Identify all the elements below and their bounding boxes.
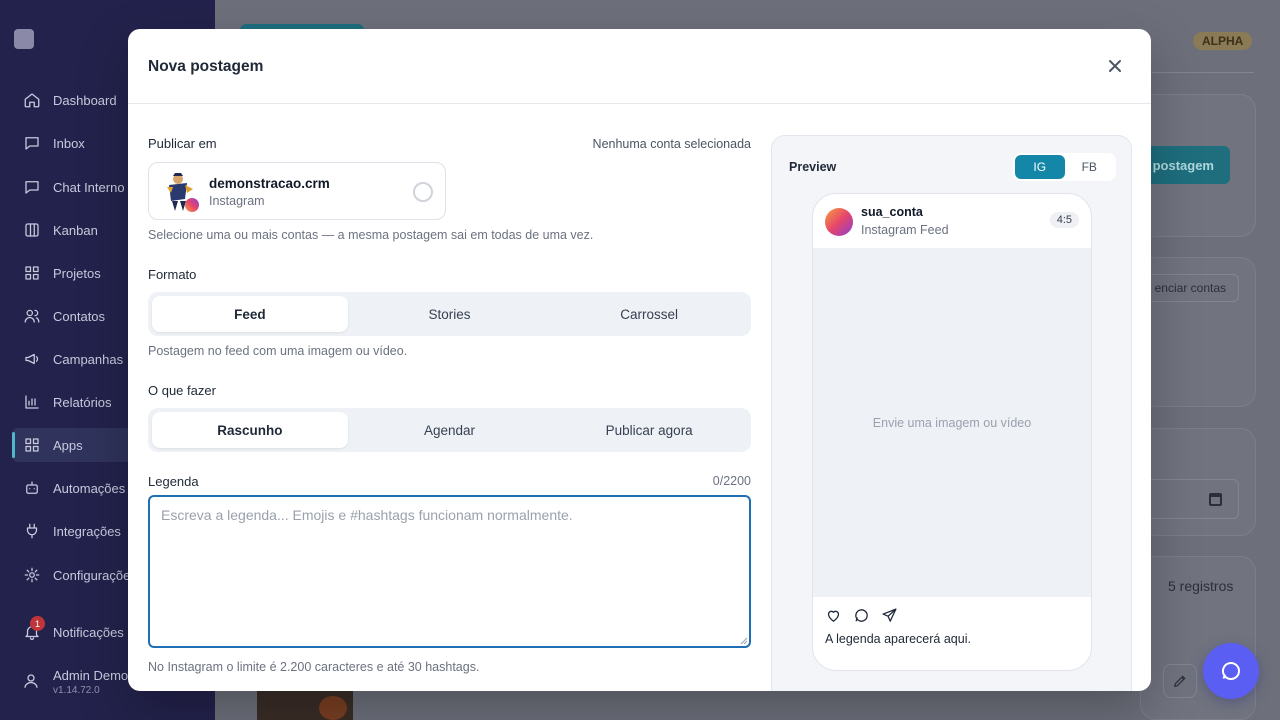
sidebar-item-label: Projetos — [53, 265, 101, 281]
preview-feed-label: Instagram Feed — [861, 223, 949, 237]
apps-icon — [22, 435, 42, 455]
heart-icon — [827, 610, 840, 622]
preview-media-area: Envie uma imagem ou vídeo — [813, 248, 1091, 597]
send-icon — [882, 608, 897, 622]
sidebar-item-label: Contatos — [53, 308, 106, 324]
bot-icon — [22, 478, 42, 498]
app-version: v1.14.72.0 — [53, 685, 100, 696]
bell-icon: 1 — [22, 616, 45, 642]
format-option-feed[interactable]: Feed — [152, 296, 348, 332]
pencil-icon — [1173, 675, 1186, 688]
sidebar-item-label: Relatórios — [53, 394, 112, 410]
aspect-ratio-badge: 4:5 — [1049, 212, 1079, 228]
kanban-icon — [22, 220, 42, 240]
inbox-icon — [22, 133, 42, 153]
sidebar-item-label: Kanban — [53, 222, 98, 238]
action-option-publicar-agora[interactable]: Publicar agora — [551, 412, 747, 448]
publish-in-label: Publicar em — [148, 136, 217, 151]
user-icon — [22, 672, 42, 692]
background-manage-accounts-button: enciar contas — [1140, 274, 1239, 302]
bar-chart-icon — [22, 392, 42, 412]
background-date-input — [1150, 479, 1239, 519]
alpha-badge: ALPHA — [1193, 32, 1253, 50]
background-edit-button — [1163, 664, 1197, 698]
sidebar-item-label: Chat Interno — [53, 179, 125, 195]
format-label: Formato — [148, 267, 197, 282]
close-icon — [1109, 60, 1121, 72]
preview-username: sua_conta — [861, 205, 923, 219]
new-post-modal: Nova postagem Publicar em Nenhuma conta … — [128, 29, 1151, 691]
modal-title: Nova postagem — [148, 58, 264, 75]
preview-avatar — [825, 208, 853, 236]
background-post-label: postagem — [1152, 157, 1214, 173]
background-divider — [1152, 72, 1254, 73]
background-manage-label: enciar contas — [1154, 281, 1226, 295]
action-segmented-control: Rascunho Agendar Publicar agora — [148, 408, 751, 452]
phone-preview: sua_conta Instagram Feed 4:5 Envie uma i… — [812, 193, 1092, 671]
sidebar-item-label: Integrações — [53, 523, 121, 539]
background-thumbnail — [257, 690, 353, 720]
preview-caption: A legenda aparecerá aqui. — [825, 632, 971, 646]
sidebar-item-label: Dashboard — [53, 92, 117, 108]
users-icon — [22, 306, 42, 326]
resize-grip-icon[interactable] — [740, 637, 748, 645]
no-account-selected-text: Nenhuma conta selecionada — [592, 137, 751, 151]
comment-icon — [855, 609, 868, 622]
format-hint: Postagem no feed com uma imagem ou vídeo… — [148, 344, 408, 358]
media-placeholder-text: Envie uma imagem ou vídeo — [872, 415, 1032, 430]
chat-icon — [22, 177, 42, 197]
chat-bubble-icon — [1222, 662, 1241, 680]
account-platform: Instagram — [209, 194, 265, 208]
format-option-carrossel[interactable]: Carrossel — [551, 296, 747, 332]
close-button[interactable] — [1105, 56, 1125, 76]
sidebar-item-label: Inbox — [53, 135, 85, 151]
background-new-post-button: postagem — [1140, 146, 1230, 184]
calendar-icon — [1209, 493, 1222, 506]
accounts-hint: Selecione uma ou mais contas — a mesma p… — [148, 228, 594, 242]
action-label: O que fazer — [148, 383, 216, 398]
sidebar-item-label: Apps — [53, 437, 83, 453]
preview-tab-ig[interactable]: IG — [1015, 155, 1065, 179]
background-records-count: 5 registros — [1168, 578, 1234, 594]
format-segmented-control: Feed Stories Carrossel — [148, 292, 751, 336]
action-option-rascunho[interactable]: Rascunho — [152, 412, 348, 448]
sidebar-item-label: Campanhas — [53, 351, 124, 367]
home-icon — [22, 90, 42, 110]
account-avatar — [167, 173, 199, 212]
caption-label: Legenda — [148, 474, 199, 489]
caption-char-count: 0/2200 — [712, 474, 751, 488]
gear-icon — [22, 565, 42, 585]
chat-support-button[interactable] — [1203, 643, 1259, 699]
sidebar-item-label: Automações — [53, 480, 126, 496]
preview-platform-toggle: IG FB — [1013, 153, 1116, 181]
megaphone-icon — [22, 349, 42, 369]
grid-icon — [22, 263, 42, 283]
preview-tab-fb[interactable]: FB — [1065, 155, 1115, 179]
user-name: Admin Demo — [53, 668, 129, 683]
account-select-radio[interactable] — [413, 182, 433, 202]
sidebar-item-label: Notificações — [53, 624, 124, 640]
preview-title: Preview — [789, 160, 837, 174]
sidebar-item-label: Configurações — [53, 567, 137, 583]
caption-hint: No Instagram o limite é 2.200 caracteres… — [148, 660, 480, 674]
caption-textarea[interactable] — [148, 495, 751, 648]
modal-header: Nova postagem — [128, 29, 1151, 104]
preview-actions — [825, 607, 898, 624]
preview-panel: Preview IG FB sua_conta Instagram Feed 4… — [771, 135, 1132, 691]
format-option-stories[interactable]: Stories — [352, 296, 548, 332]
action-option-agendar[interactable]: Agendar — [352, 412, 548, 448]
account-option[interactable]: demonstracao.crm Instagram — [148, 162, 446, 220]
app-logo[interactable] — [14, 29, 34, 49]
plug-icon — [22, 521, 42, 541]
notification-badge: 1 — [30, 616, 45, 631]
account-name: demonstracao.crm — [209, 176, 330, 191]
